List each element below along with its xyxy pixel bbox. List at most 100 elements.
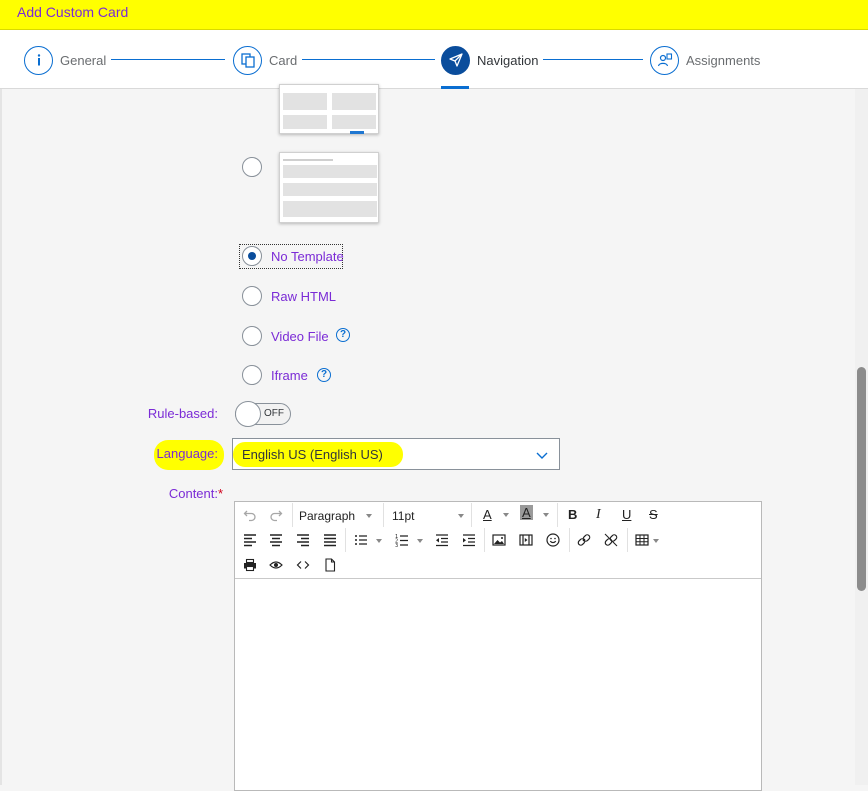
thumbnail-block [283, 159, 333, 161]
info-icon [24, 45, 53, 75]
print-icon[interactable] [239, 555, 261, 575]
bold-icon[interactable]: B [568, 507, 577, 522]
wizard-step-label: Assignments [686, 52, 761, 68]
vertical-scrollbar[interactable] [855, 89, 868, 785]
dropdown-caret-icon [503, 513, 509, 517]
card-copy-icon [233, 45, 262, 75]
wizard-step-label: Navigation [477, 52, 539, 68]
required-marker: * [218, 486, 224, 501]
toolbar-separator [557, 503, 558, 527]
toggle-knob [235, 401, 261, 427]
bullet-list-icon[interactable] [350, 530, 372, 550]
template-radio-list[interactable] [242, 157, 262, 177]
scrollbar-thumb[interactable] [857, 367, 866, 591]
raw-html-radio[interactable] [242, 286, 262, 306]
dialog-header: Add Custom Card [0, 0, 868, 30]
background-color-icon[interactable]: A [520, 505, 533, 520]
align-justify-icon[interactable] [319, 530, 341, 550]
toolbar-separator [345, 528, 346, 552]
user-assign-icon [650, 45, 679, 75]
toolbar-separator [471, 503, 472, 527]
language-value: English US (English US) [242, 447, 383, 462]
toggle-state: OFF [264, 408, 284, 419]
wizard-step-card[interactable]: Card [233, 45, 297, 75]
editor-toolbar: Paragraph 11pt A A B I U S 1 2 3 [235, 502, 761, 579]
iframe-label[interactable]: Iframe [271, 368, 308, 383]
template-thumbnail[interactable] [279, 152, 379, 223]
wizard-step-label: General [60, 52, 107, 68]
dropdown-caret-icon [417, 539, 423, 543]
raw-html-label[interactable]: Raw HTML [271, 289, 336, 304]
dialog-left-border [0, 89, 2, 785]
thumbnail-block [332, 93, 376, 110]
template-thumbnail[interactable] [279, 84, 379, 134]
svg-text:3: 3 [395, 543, 398, 547]
iframe-radio[interactable] [242, 365, 262, 385]
wizard-step-general[interactable]: General [24, 45, 106, 75]
italic-icon[interactable]: I [596, 507, 601, 523]
text-color-icon[interactable]: A [483, 507, 492, 522]
emoticon-icon[interactable] [542, 530, 564, 550]
strikethrough-icon[interactable]: S [649, 507, 658, 522]
thumbnail-block [283, 183, 377, 196]
wizard-step-label: Card [269, 52, 298, 68]
paper-plane-icon [441, 45, 470, 75]
source-code-icon[interactable] [292, 555, 314, 575]
underline-icon[interactable]: U [622, 507, 631, 522]
rule-based-toggle[interactable]: OFF [235, 401, 291, 427]
toolbar-separator [292, 503, 293, 527]
thumbnail-block [283, 165, 377, 178]
no-template-label[interactable]: No Template [271, 249, 344, 264]
link-icon[interactable] [573, 530, 595, 550]
unlink-icon[interactable] [600, 530, 622, 550]
editor-content-area[interactable] [235, 579, 761, 790]
new-document-icon[interactable] [319, 555, 341, 575]
font-size-dropdown[interactable]: 11pt [392, 509, 414, 523]
align-center-icon[interactable] [265, 530, 287, 550]
content-label: Content: [168, 486, 218, 501]
language-select[interactable]: English US (English US) [232, 438, 560, 470]
toolbar-separator [569, 528, 570, 552]
align-right-icon[interactable] [292, 530, 314, 550]
align-left-icon[interactable] [239, 530, 261, 550]
image-icon[interactable] [488, 530, 510, 550]
table-icon[interactable] [631, 530, 653, 550]
no-template-radio[interactable] [242, 246, 262, 266]
help-icon[interactable]: ? [336, 328, 350, 342]
language-label: Language: [156, 446, 218, 461]
thumbnail-block [283, 93, 327, 110]
block-format-dropdown[interactable]: Paragraph [299, 509, 355, 523]
dialog-title: Add Custom Card [17, 4, 129, 20]
thumbnail-block [283, 201, 377, 217]
indent-icon[interactable] [458, 530, 480, 550]
numbered-list-icon[interactable]: 123 [391, 530, 413, 550]
thumbnail-button [350, 131, 364, 134]
dropdown-caret-icon [376, 539, 382, 543]
toolbar-separator [627, 528, 628, 552]
dropdown-caret-icon [366, 514, 372, 518]
thumbnail-block [332, 115, 376, 129]
toolbar-separator [484, 528, 485, 552]
wizard-step-navigation[interactable]: Navigation [441, 45, 538, 75]
preview-icon[interactable] [265, 555, 287, 575]
help-icon[interactable]: ? [317, 368, 331, 382]
toolbar-separator [383, 503, 384, 527]
dropdown-caret-icon [458, 514, 464, 518]
step-connector [111, 59, 225, 60]
video-file-radio[interactable] [242, 326, 262, 346]
video-file-label[interactable]: Video File [271, 329, 329, 344]
step-connector [302, 59, 435, 60]
undo-icon[interactable] [239, 505, 261, 525]
thumbnail-block [283, 115, 327, 129]
rich-text-editor[interactable]: Paragraph 11pt A A B I U S 1 2 3 [234, 501, 762, 791]
media-icon[interactable] [515, 530, 537, 550]
redo-icon[interactable] [265, 505, 287, 525]
wizard-step-assignments[interactable]: Assignments [650, 45, 760, 75]
dropdown-caret-icon [653, 539, 659, 543]
dropdown-caret-icon [543, 513, 549, 517]
rule-based-label: Rule-based: [147, 406, 218, 421]
outdent-icon[interactable] [431, 530, 453, 550]
step-connector [543, 59, 643, 60]
wizard-progress-bar: General Card Navigation Assignments [0, 30, 868, 89]
chevron-down-icon[interactable] [535, 448, 549, 462]
